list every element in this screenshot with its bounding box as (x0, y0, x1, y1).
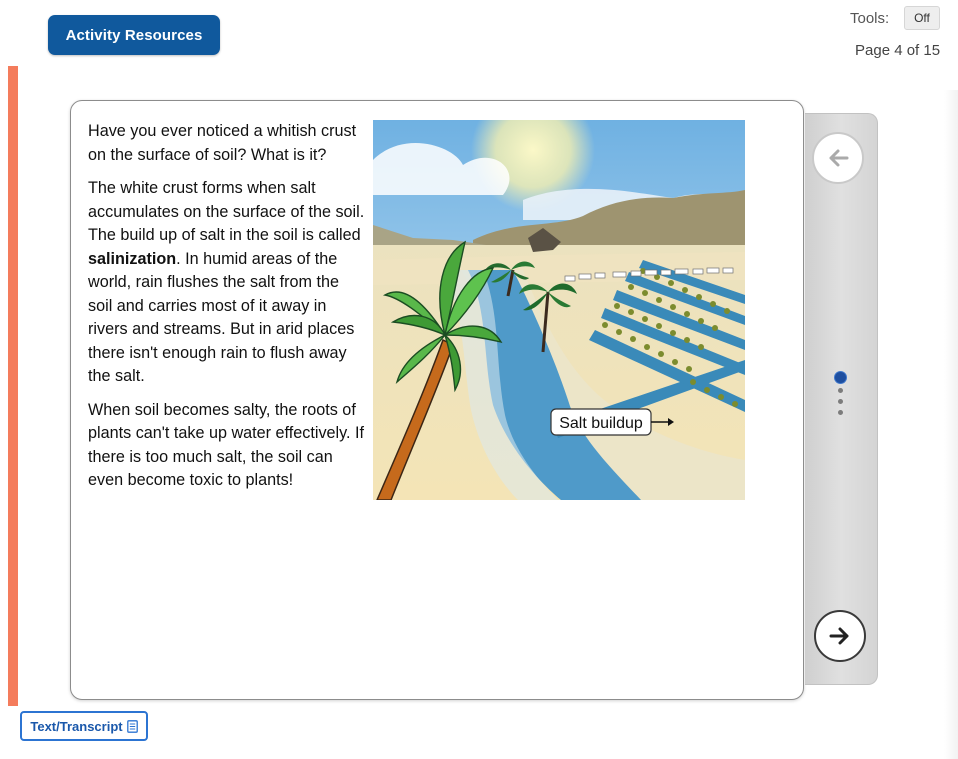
text-transcript-button[interactable]: Text/Transcript (20, 711, 148, 741)
activity-resources-button[interactable]: Activity Resources (48, 15, 220, 55)
previous-page-button[interactable] (812, 132, 864, 184)
accent-stripe (8, 66, 18, 706)
paragraph-intro: Have you ever noticed a whitish crust on… (88, 122, 357, 164)
paragraph-salinization: The white crust forms when salt accumula… (88, 177, 366, 389)
page-indicator: Page 4 of 15 (855, 42, 941, 59)
page-dot[interactable] (838, 388, 843, 393)
arrow-left-icon (829, 149, 849, 167)
document-icon (126, 719, 138, 733)
term-salinization: salinization (88, 249, 177, 268)
page-dots (835, 372, 847, 422)
page-dot[interactable] (838, 410, 843, 415)
page-dot-active[interactable] (835, 372, 846, 383)
page-dot[interactable] (838, 399, 843, 404)
tools-toggle-button[interactable]: Off (904, 6, 940, 30)
paragraph-text: The white crust forms when salt accumula… (88, 179, 365, 244)
lesson-text: Have you ever noticed a whitish crust on… (88, 120, 366, 503)
paragraph-effects: When soil becomes salty, the roots of pl… (88, 400, 365, 490)
arrow-right-icon (829, 627, 849, 645)
page-edge-shade (944, 90, 958, 759)
tools-label: Tools: (850, 10, 890, 27)
transcript-label: Text/Transcript (30, 718, 123, 734)
svg-text:Salt buildup: Salt buildup (559, 415, 643, 432)
paragraph-text: . In humid areas of the world, rain flus… (88, 249, 355, 386)
next-page-button[interactable] (814, 610, 866, 662)
salt-buildup-illustration: Salt buildup (373, 88, 745, 501)
